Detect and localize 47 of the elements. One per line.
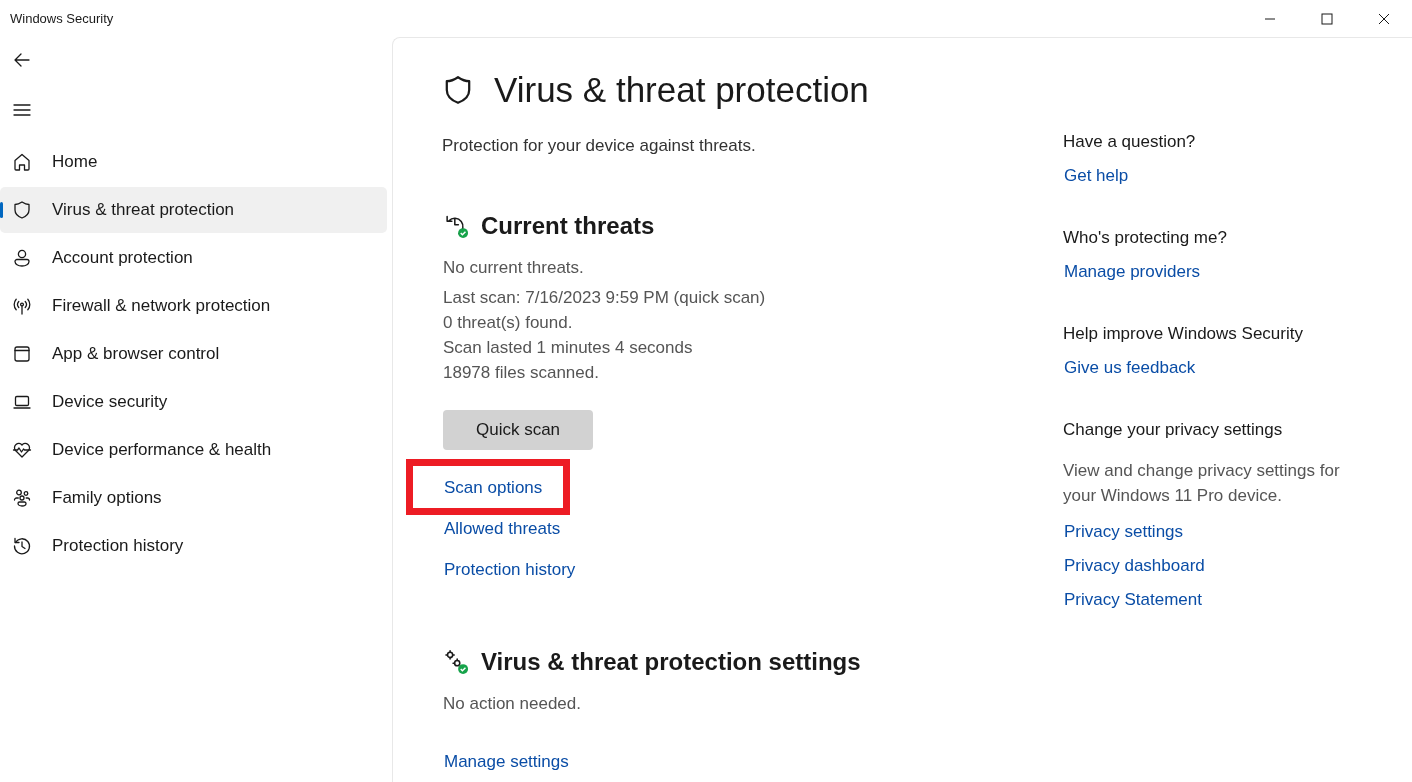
- help-text: View and change privacy settings for your Windows 11 Pro device.: [1063, 460, 1341, 507]
- status-text: No current threats.: [443, 258, 585, 278]
- help-heading: Change your privacy settings: [1063, 420, 1284, 440]
- person-icon: [12, 248, 32, 268]
- sidebar-item[interactable]: Device performance & health: [0, 427, 387, 473]
- maximize-icon: [1320, 12, 1333, 25]
- section-heading: Virus & threat protection settings: [481, 648, 861, 676]
- close-icon: [1377, 12, 1390, 25]
- window-title: Windows Security: [9, 11, 115, 26]
- scan-detail: 0 threat(s) found.: [443, 312, 574, 334]
- link[interactable]: Manage providers: [1064, 262, 1201, 281]
- help-heading: Have a question?: [1063, 132, 1197, 152]
- sidebar-item[interactable]: Firewall & network protection: [0, 283, 387, 329]
- page-title: Virus & threat protection: [494, 70, 869, 110]
- help-heading: Who's protecting me?: [1063, 228, 1228, 248]
- quick-scan-button[interactable]: Quick scan: [443, 410, 593, 450]
- selection-indicator: [0, 202, 3, 218]
- antenna-icon: [12, 296, 32, 316]
- sidebar-item[interactable]: Home: [0, 139, 387, 185]
- sidebar-item[interactable]: Account protection: [0, 235, 387, 281]
- scan-detail: 18978 files scanned.: [443, 362, 600, 384]
- sidebar-item[interactable]: Device security: [0, 379, 387, 425]
- link[interactable]: Get help: [1064, 166, 1129, 185]
- scan-detail: Scan lasted 1 minutes 4 seconds: [443, 337, 694, 359]
- link[interactable]: Manage settings: [444, 752, 569, 771]
- section-heading: Current threats: [481, 212, 655, 240]
- window-icon: [12, 344, 32, 364]
- link[interactable]: Protection history: [444, 560, 576, 579]
- status-text: No action needed.: [443, 694, 582, 714]
- link[interactable]: Privacy settings: [1064, 522, 1184, 541]
- help-heading: Help improve Windows Security: [1063, 324, 1304, 344]
- home-icon: [12, 152, 32, 172]
- sidebar-item[interactable]: Protection history: [0, 523, 387, 569]
- link[interactable]: Give us feedback: [1064, 358, 1196, 377]
- link[interactable]: Privacy Statement: [1064, 590, 1202, 609]
- sidebar-item[interactable]: Family options: [0, 475, 387, 521]
- link[interactable]: Allowed threats: [444, 519, 561, 538]
- sidebar-item[interactable]: Virus & threat protection: [0, 187, 387, 233]
- scan-detail: Last scan: 7/16/2023 9:59 PM (quick scan): [443, 287, 767, 309]
- heartbeat-icon: [12, 440, 32, 460]
- shield-icon: [12, 200, 32, 220]
- link[interactable]: Privacy dashboard: [1064, 556, 1205, 575]
- sidebar-item[interactable]: App & browser control: [0, 331, 387, 377]
- page-subtitle: Protection for your device against threats.: [442, 136, 757, 156]
- history-icon: [12, 536, 32, 556]
- link[interactable]: Scan options: [444, 478, 543, 497]
- people-icon: [12, 488, 32, 508]
